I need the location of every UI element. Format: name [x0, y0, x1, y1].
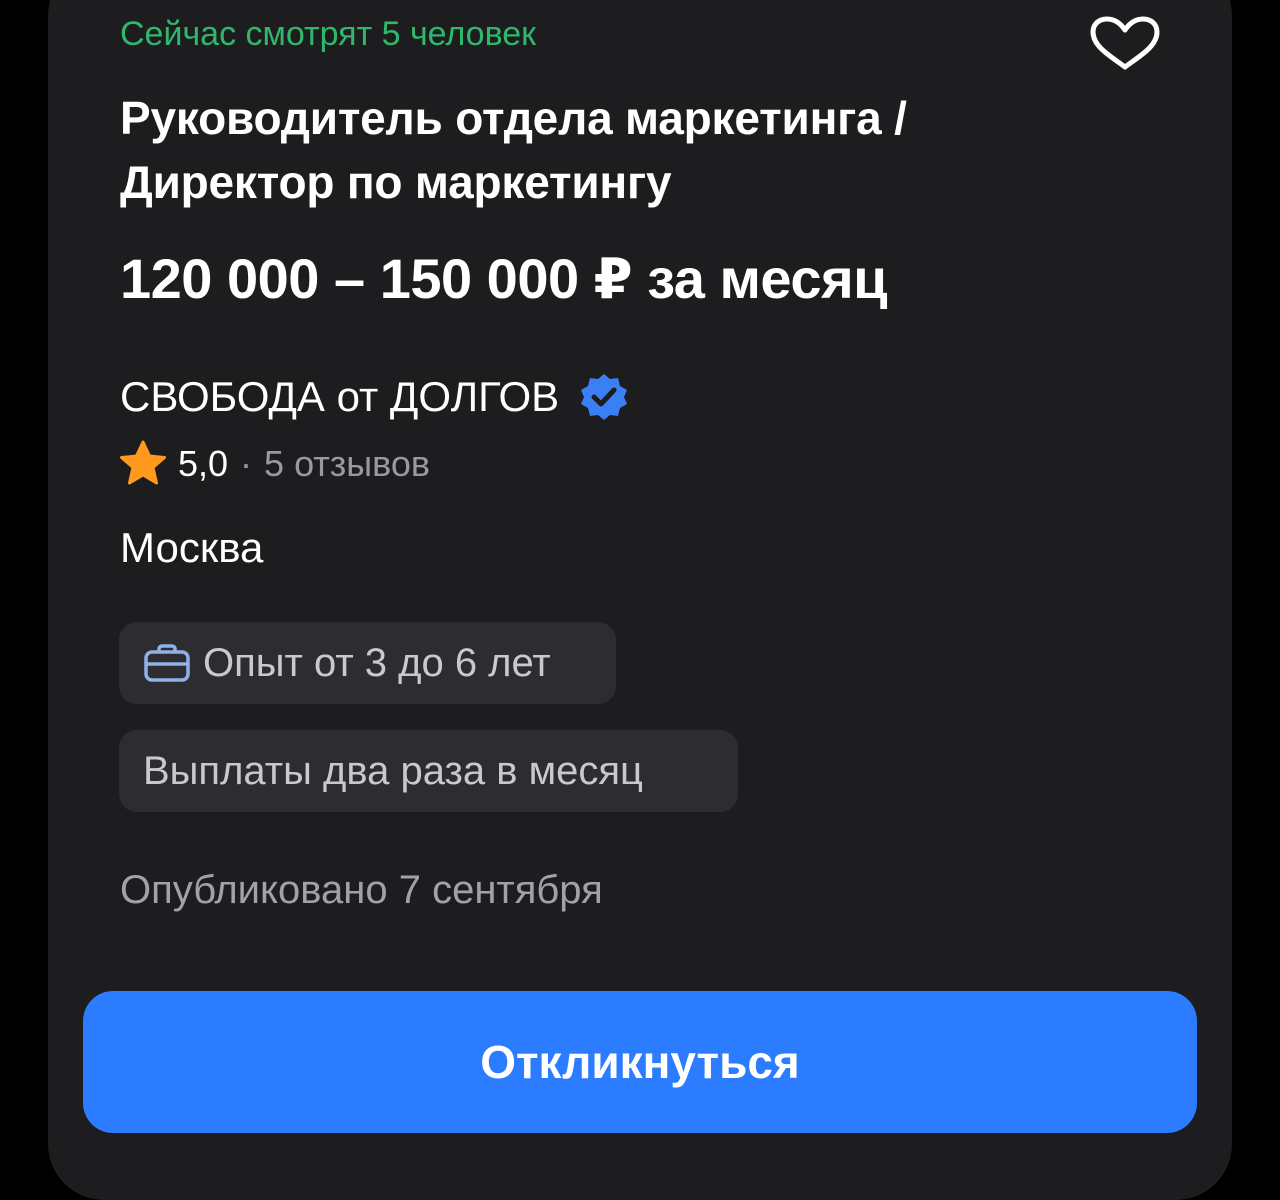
vacancy-title: Руководитель отдела маркетинга / Директо…	[120, 92, 907, 208]
company-rating[interactable]: 5,0 · 5 отзывов	[118, 438, 430, 490]
company-link[interactable]: СВОБОДА от ДОЛГОВ	[120, 368, 629, 426]
rating-separator: ·	[240, 443, 253, 484]
respond-button[interactable]: Откликнуться	[83, 991, 1197, 1133]
experience-tag: Опыт от 3 до 6 лет	[119, 622, 616, 704]
heart-icon	[1090, 16, 1160, 70]
payments-label: Выплаты два раза в месяц	[143, 748, 643, 793]
viewers-count: Сейчас смотрят 5 человек	[120, 15, 537, 53]
favorite-button[interactable]	[1084, 12, 1166, 74]
star-icon	[118, 439, 168, 489]
verified-badge-icon	[579, 372, 629, 422]
company-name: СВОБОДА от ДОЛГОВ	[120, 373, 560, 420]
reviews-count: 5 отзывов	[264, 443, 431, 484]
payments-tag: Выплаты два раза в месяц	[119, 730, 738, 812]
experience-label: Опыт от 3 до 6 лет	[203, 640, 551, 685]
salary-range: 120 000 – 150 000 ₽ за месяц	[120, 247, 888, 310]
published-date: Опубликовано 7 сентября	[120, 868, 603, 912]
vacancy-city: Москва	[120, 524, 264, 571]
briefcase-icon	[143, 643, 191, 683]
rating-value: 5,0	[178, 443, 229, 484]
